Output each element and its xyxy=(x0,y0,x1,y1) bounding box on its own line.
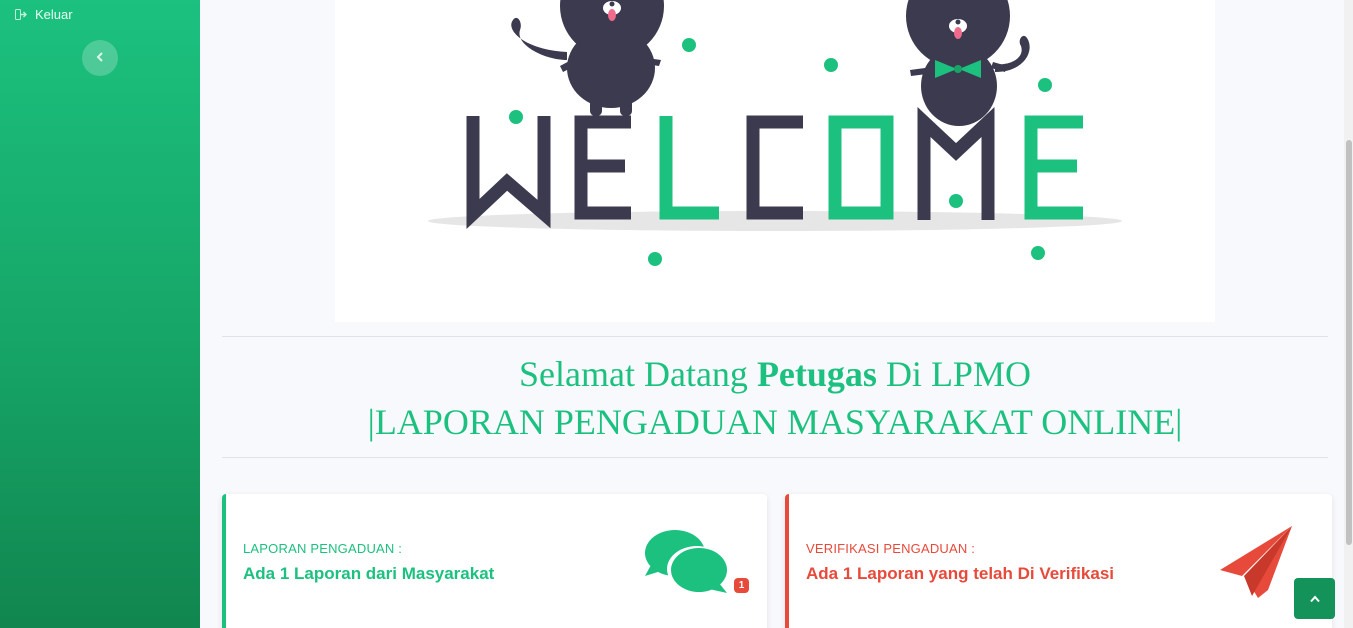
sidebar: Keluar xyxy=(0,0,200,628)
logout-label: Keluar xyxy=(35,7,73,22)
divider-top xyxy=(222,336,1328,337)
scrollbar[interactable] xyxy=(1344,0,1353,628)
scroll-to-top-button[interactable] xyxy=(1294,578,1335,619)
card-label: VERIFIKASI PENGADUAN : xyxy=(806,541,976,556)
welcome-heading: Selamat Datang Petugas Di LPMO xyxy=(222,352,1328,396)
paper-plane-icon xyxy=(1218,524,1294,605)
welcome-role: Petugas xyxy=(756,354,877,394)
comments-icon xyxy=(645,529,729,600)
chevron-up-icon xyxy=(1309,590,1320,608)
complaint-report-card[interactable]: LAPORAN PENGADUAN : Ada 1 Laporan dari M… xyxy=(222,494,767,628)
welcome-illustration xyxy=(335,0,1215,322)
chevron-left-icon xyxy=(96,49,104,67)
welcome-suffix: Di LPMO xyxy=(876,354,1031,394)
verification-card[interactable]: VERIFIKASI PENGADUAN : Ada 1 Laporan yan… xyxy=(785,494,1332,628)
scrollbar-thumb[interactable] xyxy=(1346,140,1352,545)
logout-link[interactable]: Keluar xyxy=(15,7,73,22)
welcome-prefix: Selamat Datang xyxy=(519,354,757,394)
notification-badge: 1 xyxy=(734,578,749,593)
sign-out-icon xyxy=(15,9,28,20)
app-full-name: |LAPORAN PENGADUAN MASYARAKAT ONLINE| xyxy=(367,402,1183,442)
main-content: Selamat Datang Petugas Di LPMO |LAPORAN … xyxy=(200,0,1353,628)
sidebar-toggle-button[interactable] xyxy=(82,40,118,76)
card-value: Ada 1 Laporan dari Masyarakat xyxy=(243,564,495,583)
divider-bottom xyxy=(222,457,1328,458)
card-value: Ada 1 Laporan yang telah Di Verifikasi xyxy=(806,564,1114,583)
card-label: LAPORAN PENGADUAN : xyxy=(243,541,403,556)
